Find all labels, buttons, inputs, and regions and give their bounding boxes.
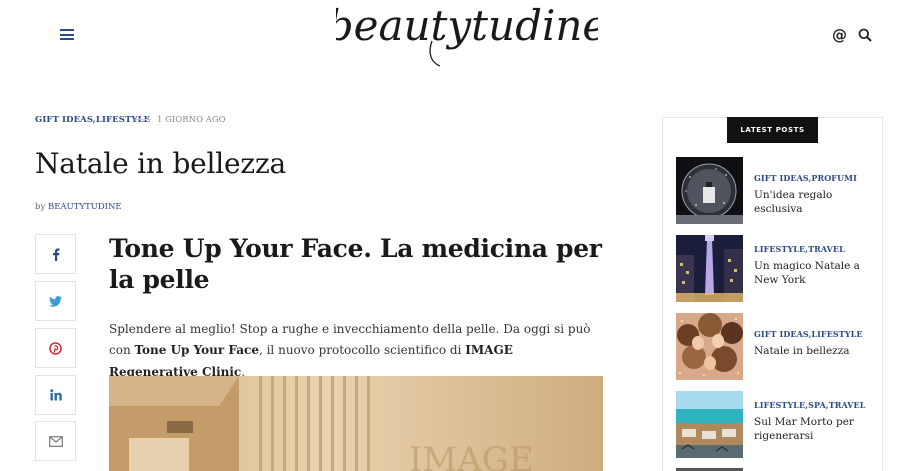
- hamburger-menu-icon[interactable]: [60, 29, 74, 40]
- header-actions: @: [832, 27, 872, 43]
- latest-posts-heading: LATEST POSTS: [727, 117, 818, 143]
- post-thumbnail-4[interactable]: [676, 391, 743, 458]
- at-icon[interactable]: @: [832, 27, 847, 43]
- paragraph-bold-product: Tone Up Your Face: [134, 343, 259, 358]
- byline-prefix: by: [35, 202, 46, 212]
- share-pinterest-button[interactable]: [35, 328, 76, 368]
- article-hero-image: IMAGE: [109, 376, 603, 471]
- post-category-3[interactable]: GIFT IDEAS,LIFESTYLE: [754, 329, 863, 339]
- share-twitter-button[interactable]: [35, 281, 76, 321]
- article-headline: Tone Up Your Face. La medicina per la pe…: [109, 234, 602, 295]
- search-icon[interactable]: [858, 28, 872, 42]
- article-date: 1 GIORNO AGO: [157, 115, 226, 125]
- paragraph-text: , il nuovo protocollo scientifico di: [258, 343, 466, 358]
- post-category-2[interactable]: LIFESTYLE,TRAVEL: [754, 244, 845, 254]
- share-linkedin-button[interactable]: [35, 375, 76, 415]
- pinterest-icon: [49, 341, 62, 355]
- post-thumbnail-2[interactable]: [676, 235, 743, 302]
- twitter-icon: [49, 295, 62, 307]
- share-facebook-button[interactable]: [35, 234, 76, 274]
- page-title: Natale in bellezza: [35, 147, 287, 180]
- logo-text: beautytudine: [336, 1, 598, 50]
- site-logo[interactable]: beautytudine: [336, 0, 598, 72]
- byline: by BEAUTYTUDINE: [35, 202, 122, 212]
- post-title-4[interactable]: Sul Mar Morto per rigenerarsi: [754, 416, 874, 444]
- meta-divider: [136, 119, 151, 120]
- email-icon: [48, 435, 63, 447]
- post-title-2[interactable]: Un magico Natale a New York: [754, 260, 874, 288]
- share-email-button[interactable]: [35, 421, 76, 461]
- article-paragraph: Splendere al meglio! Stop a rughe e inve…: [109, 319, 604, 383]
- post-thumbnail-3[interactable]: [676, 313, 743, 380]
- author-link[interactable]: BEAUTYTUDINE: [48, 202, 122, 212]
- svg-text:IMAGE: IMAGE: [409, 440, 534, 471]
- article-categories[interactable]: GIFT IDEAS,LIFESTYLE: [35, 115, 150, 125]
- post-title-3[interactable]: Natale in bellezza: [754, 345, 874, 359]
- post-title-1[interactable]: Un'idea regalo esclusiva: [754, 189, 874, 217]
- facebook-icon: [52, 248, 59, 261]
- linkedin-icon: [49, 389, 62, 401]
- post-category-1[interactable]: GIFT IDEAS,PROFUMI: [754, 173, 857, 183]
- post-thumbnail-1[interactable]: [676, 157, 743, 224]
- post-category-4[interactable]: LIFESTYLE,SPA,TRAVEL: [754, 400, 865, 410]
